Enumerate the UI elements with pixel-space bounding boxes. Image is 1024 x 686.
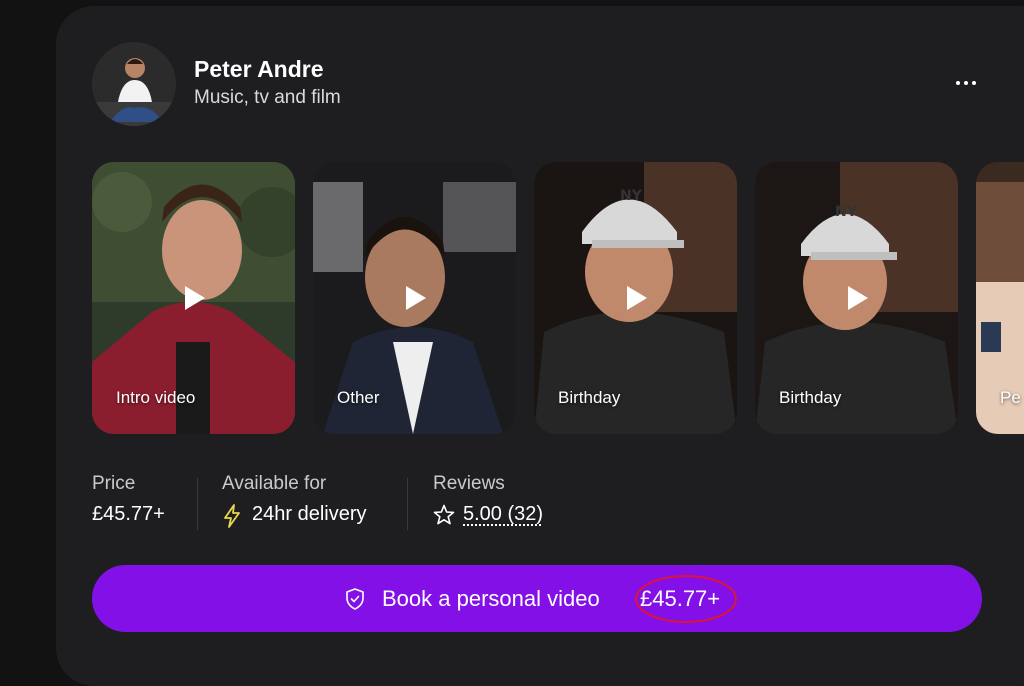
play-icon[interactable] [846, 284, 870, 312]
avatar[interactable] [92, 42, 176, 126]
more-dots-icon[interactable] [948, 68, 984, 98]
svg-text:NY: NY [620, 188, 643, 204]
video-card-other[interactable]: Other [313, 162, 516, 434]
svg-text:NY: NY [835, 204, 858, 220]
video-label: Other [337, 388, 380, 407]
video-label: Pe [1000, 388, 1021, 407]
book-personal-video-button[interactable]: Book a personal video £45.77+ [92, 565, 982, 632]
video-label: Birthday [558, 388, 621, 407]
talent-card: Peter Andre Music, tv and film Intro vid… [56, 6, 1024, 686]
price-label: Price [92, 473, 136, 494]
stat-divider [197, 478, 198, 530]
video-label: Intro video [116, 388, 196, 407]
book-button-label: Book a personal video [382, 586, 600, 611]
talent-name: Peter Andre [194, 56, 324, 82]
play-icon[interactable] [625, 284, 649, 312]
price-value: £45.77+ [92, 503, 165, 525]
video-label: Birthday [779, 388, 842, 407]
lightning-icon [224, 504, 240, 528]
availability-value: 24hr delivery [252, 503, 367, 525]
shield-check-icon [346, 588, 364, 610]
video-carousel[interactable]: Intro video Other NY Birthday NY Birthda… [92, 162, 1024, 434]
video-card-birthday-2[interactable]: NY Birthday [755, 162, 958, 434]
availability-label: Available for [222, 473, 327, 494]
talent-category: Music, tv and film [194, 87, 341, 108]
play-icon[interactable] [183, 284, 207, 312]
price-highlight-circle [635, 575, 737, 623]
star-icon [433, 504, 455, 525]
video-card-partial[interactable]: Pe [976, 162, 1024, 434]
reviews-label: Reviews [433, 473, 505, 494]
video-card-intro[interactable]: Intro video [92, 162, 295, 434]
video-card-birthday-1[interactable]: NY Birthday [534, 162, 737, 434]
play-icon[interactable] [404, 284, 428, 312]
stat-divider [407, 478, 408, 530]
reviews-rating-link[interactable]: 5.00 (32) [463, 503, 543, 526]
